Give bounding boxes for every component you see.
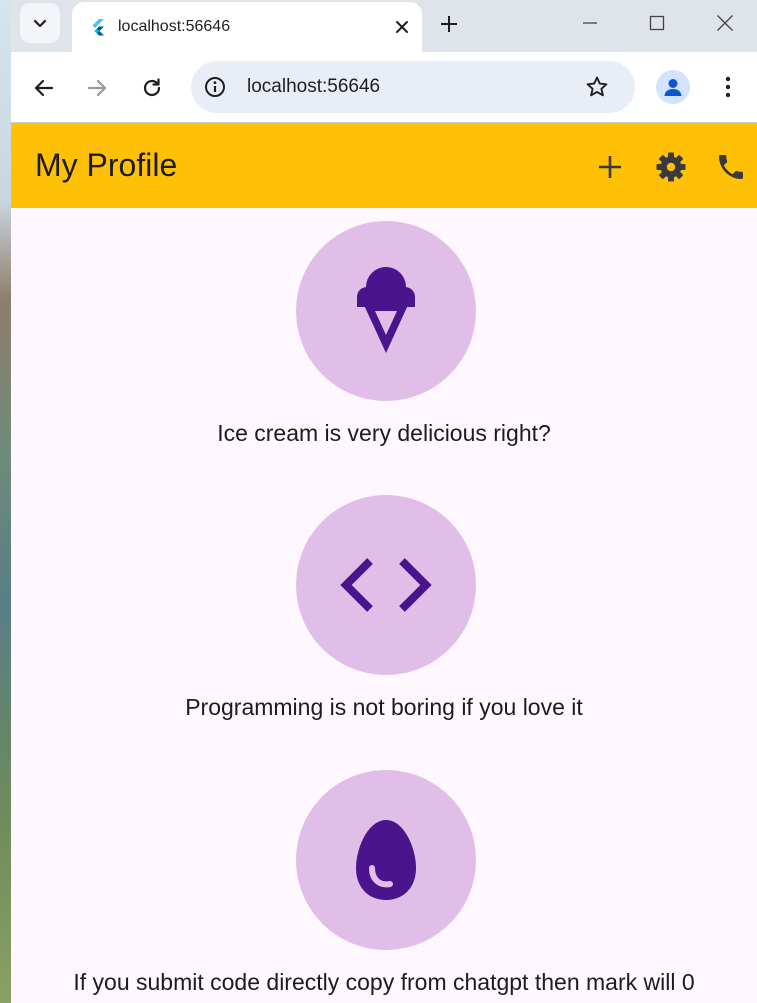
- account-icon: [664, 79, 682, 96]
- plus-icon: [441, 16, 457, 32]
- flutter-icon: [89, 18, 107, 36]
- tab-close-button[interactable]: [388, 13, 416, 41]
- add-icon: [599, 156, 621, 178]
- tab-title: localhost:56646: [118, 18, 231, 35]
- browser-toolbar: localhost:56646: [11, 52, 757, 122]
- browser-menu-button[interactable]: [714, 72, 742, 102]
- card-caption: Programming is not boring if you love it: [185, 694, 583, 720]
- browser-window: localhost:56646 localhost:56646 My Profi…: [11, 0, 757, 1003]
- app-viewport: My Profile Ice cream is very delicious r…: [11, 122, 757, 1003]
- minimize-button[interactable]: [556, 0, 624, 46]
- desktop-wallpaper-edge: [0, 0, 11, 1003]
- avatar: [296, 495, 476, 675]
- app-bar: My Profile: [11, 123, 757, 208]
- tab-search-button[interactable]: [20, 3, 60, 43]
- tab-strip: localhost:56646: [11, 0, 757, 52]
- maximize-icon: [649, 15, 665, 31]
- reload-button[interactable]: [134, 70, 170, 106]
- back-button[interactable]: [26, 70, 62, 106]
- settings-icon: [656, 152, 686, 182]
- forward-button[interactable]: [79, 70, 115, 106]
- chevron-down-icon: [33, 19, 47, 28]
- url-text[interactable]: localhost:56646: [247, 76, 380, 98]
- egg-icon: [356, 820, 416, 900]
- card-caption: If you submit code directly copy from ch…: [73, 969, 695, 995]
- close-icon: [717, 15, 733, 31]
- page-title: My Profile: [35, 147, 178, 183]
- more-vertical-icon: [725, 76, 731, 98]
- avatar: [296, 221, 476, 401]
- bookmark-button[interactable]: [584, 74, 610, 100]
- icecream-icon: [357, 267, 415, 353]
- avatar: [296, 770, 476, 950]
- info-icon: [205, 77, 225, 97]
- settings-button[interactable]: [651, 147, 691, 187]
- arrow-left-icon: [34, 79, 54, 97]
- code-icon: [340, 558, 432, 612]
- reload-icon: [143, 78, 161, 97]
- phone-icon: [719, 155, 743, 179]
- profile-button[interactable]: [656, 70, 690, 104]
- arrow-right-icon: [87, 79, 107, 97]
- phone-button[interactable]: [711, 147, 751, 187]
- browser-tab[interactable]: localhost:56646: [72, 2, 422, 52]
- close-window-button[interactable]: [691, 0, 757, 46]
- card-caption: Ice cream is very delicious right?: [217, 420, 551, 446]
- site-info-button[interactable]: [203, 75, 227, 99]
- minimize-icon: [583, 22, 597, 24]
- address-bar[interactable]: localhost:56646: [191, 61, 635, 113]
- maximize-button[interactable]: [623, 0, 691, 46]
- star-icon: [586, 76, 608, 97]
- close-icon: [396, 21, 408, 33]
- add-button[interactable]: [590, 147, 630, 187]
- new-tab-button[interactable]: [433, 8, 465, 40]
